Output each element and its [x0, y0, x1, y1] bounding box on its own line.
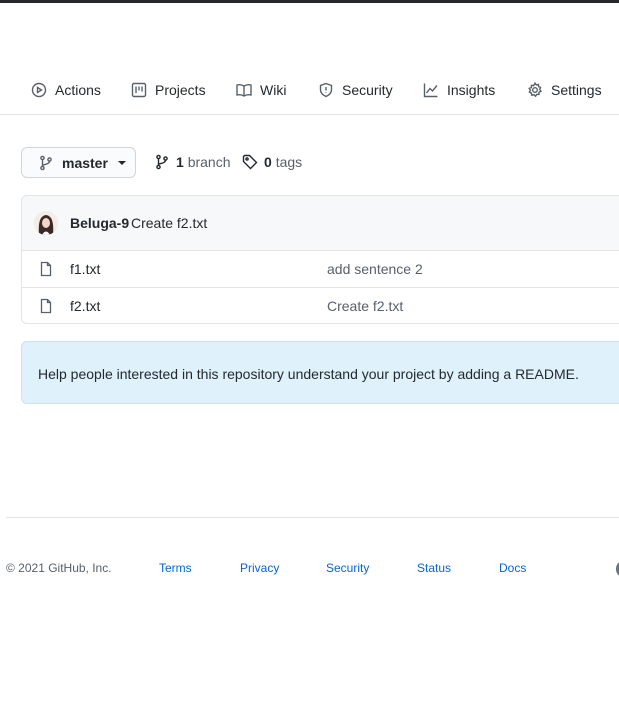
git-branch-icon [156, 154, 168, 170]
tag-count-label: tags [275, 154, 303, 170]
tag-icon [242, 154, 258, 170]
tab-settings[interactable]: Settings [527, 80, 602, 100]
file-name-link[interactable]: f2.txt [70, 298, 100, 314]
tab-label: Security [342, 82, 393, 98]
play-icon [31, 82, 47, 98]
tag-count: 0 [264, 154, 272, 170]
commit-message-link[interactable]: Create f2.txt [131, 215, 207, 231]
footer-link-terms[interactable]: Terms [159, 561, 192, 575]
top-header-bar [0, 0, 619, 3]
tab-label: Settings [551, 82, 602, 98]
tab-projects[interactable]: Projects [131, 80, 206, 100]
file-commit-message-link[interactable]: Create f2.txt [327, 298, 403, 314]
commit-author-link[interactable]: Beluga-9 [70, 215, 129, 231]
graph-icon [423, 83, 438, 98]
branches-link[interactable]: 1 branch [154, 152, 231, 172]
caret-down-icon [117, 160, 126, 165]
tab-insights[interactable]: Insights [423, 80, 495, 100]
footer-copyright: © 2021 GitHub, Inc. [6, 561, 112, 575]
latest-commit-bar: Beluga-9 Create f2.txt [22, 196, 619, 251]
tags-link[interactable]: 0 tags [242, 152, 302, 172]
tab-actions[interactable]: Actions [31, 80, 101, 100]
branch-count-label: branch [187, 154, 231, 170]
shield-icon [319, 82, 333, 98]
footer-divider [6, 517, 619, 518]
book-icon [236, 83, 252, 97]
avatar[interactable] [34, 211, 58, 235]
file-name-link[interactable]: f1.txt [70, 261, 100, 277]
tab-security[interactable]: Security [318, 80, 393, 100]
tab-label: Actions [55, 82, 101, 98]
git-branch-icon [40, 155, 52, 170]
branch-count: 1 [176, 154, 184, 170]
table-row: f1.txt add sentence 2 [22, 250, 619, 288]
tab-label: Insights [447, 82, 496, 98]
footer-link-status[interactable]: Status [417, 561, 451, 575]
footer-link-docs[interactable]: Docs [499, 561, 526, 575]
file-list: Beluga-9 Create f2.txt f1.txt add senten… [21, 195, 619, 324]
footer-link-privacy[interactable]: Privacy [240, 561, 279, 575]
readme-prompt-banner: Help people interested in this repositor… [21, 341, 619, 404]
avatar-image [34, 211, 58, 235]
repo-nav-tabs: Actions Projects Wiki Security Insights … [0, 70, 619, 115]
tab-label: Wiki [260, 82, 287, 98]
tab-wiki[interactable]: Wiki [236, 80, 286, 100]
project-board-icon [131, 82, 147, 98]
branch-select-button[interactable]: master [21, 147, 136, 178]
footer-link-security[interactable]: Security [326, 561, 369, 575]
tab-label: Projects [155, 82, 206, 98]
file-icon [38, 261, 54, 277]
file-icon [38, 298, 54, 314]
branch-name: master [62, 154, 108, 171]
table-row: f2.txt Create f2.txt [22, 287, 619, 323]
file-commit-message-link[interactable]: add sentence 2 [327, 261, 423, 277]
gear-icon [528, 82, 543, 98]
readme-prompt-text: Help people interested in this repositor… [38, 366, 579, 382]
